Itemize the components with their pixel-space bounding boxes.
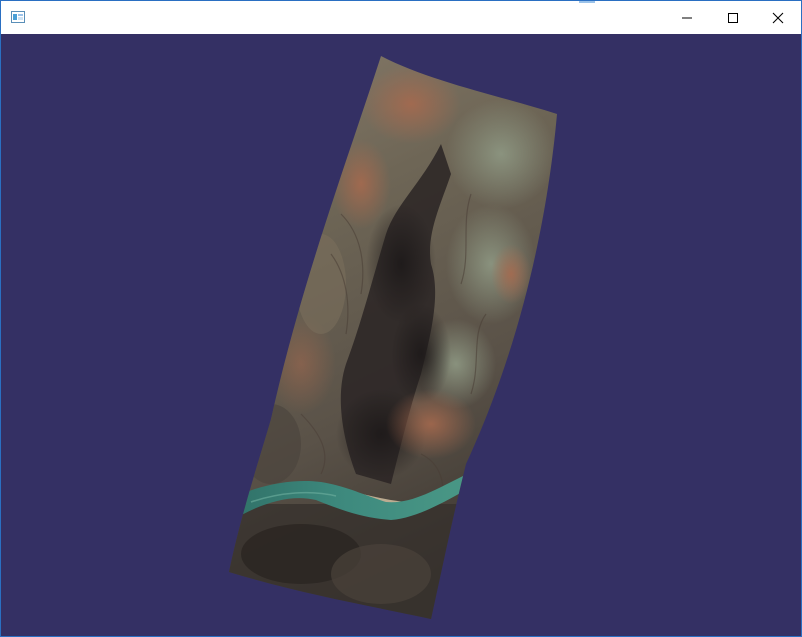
title-bar-accent	[579, 1, 595, 3]
app-window	[0, 0, 802, 637]
title-bar[interactable]	[1, 1, 801, 34]
minimize-button[interactable]	[664, 1, 710, 34]
maximize-button[interactable]	[710, 1, 756, 34]
close-button[interactable]	[755, 1, 801, 34]
terrain-scene	[229, 56, 557, 619]
app-window-icon	[11, 10, 25, 23]
render-viewport[interactable]	[1, 34, 801, 636]
maximize-icon	[728, 12, 738, 23]
close-icon	[772, 12, 784, 23]
canyon-terrain	[229, 56, 557, 619]
minimize-icon	[682, 17, 692, 18]
